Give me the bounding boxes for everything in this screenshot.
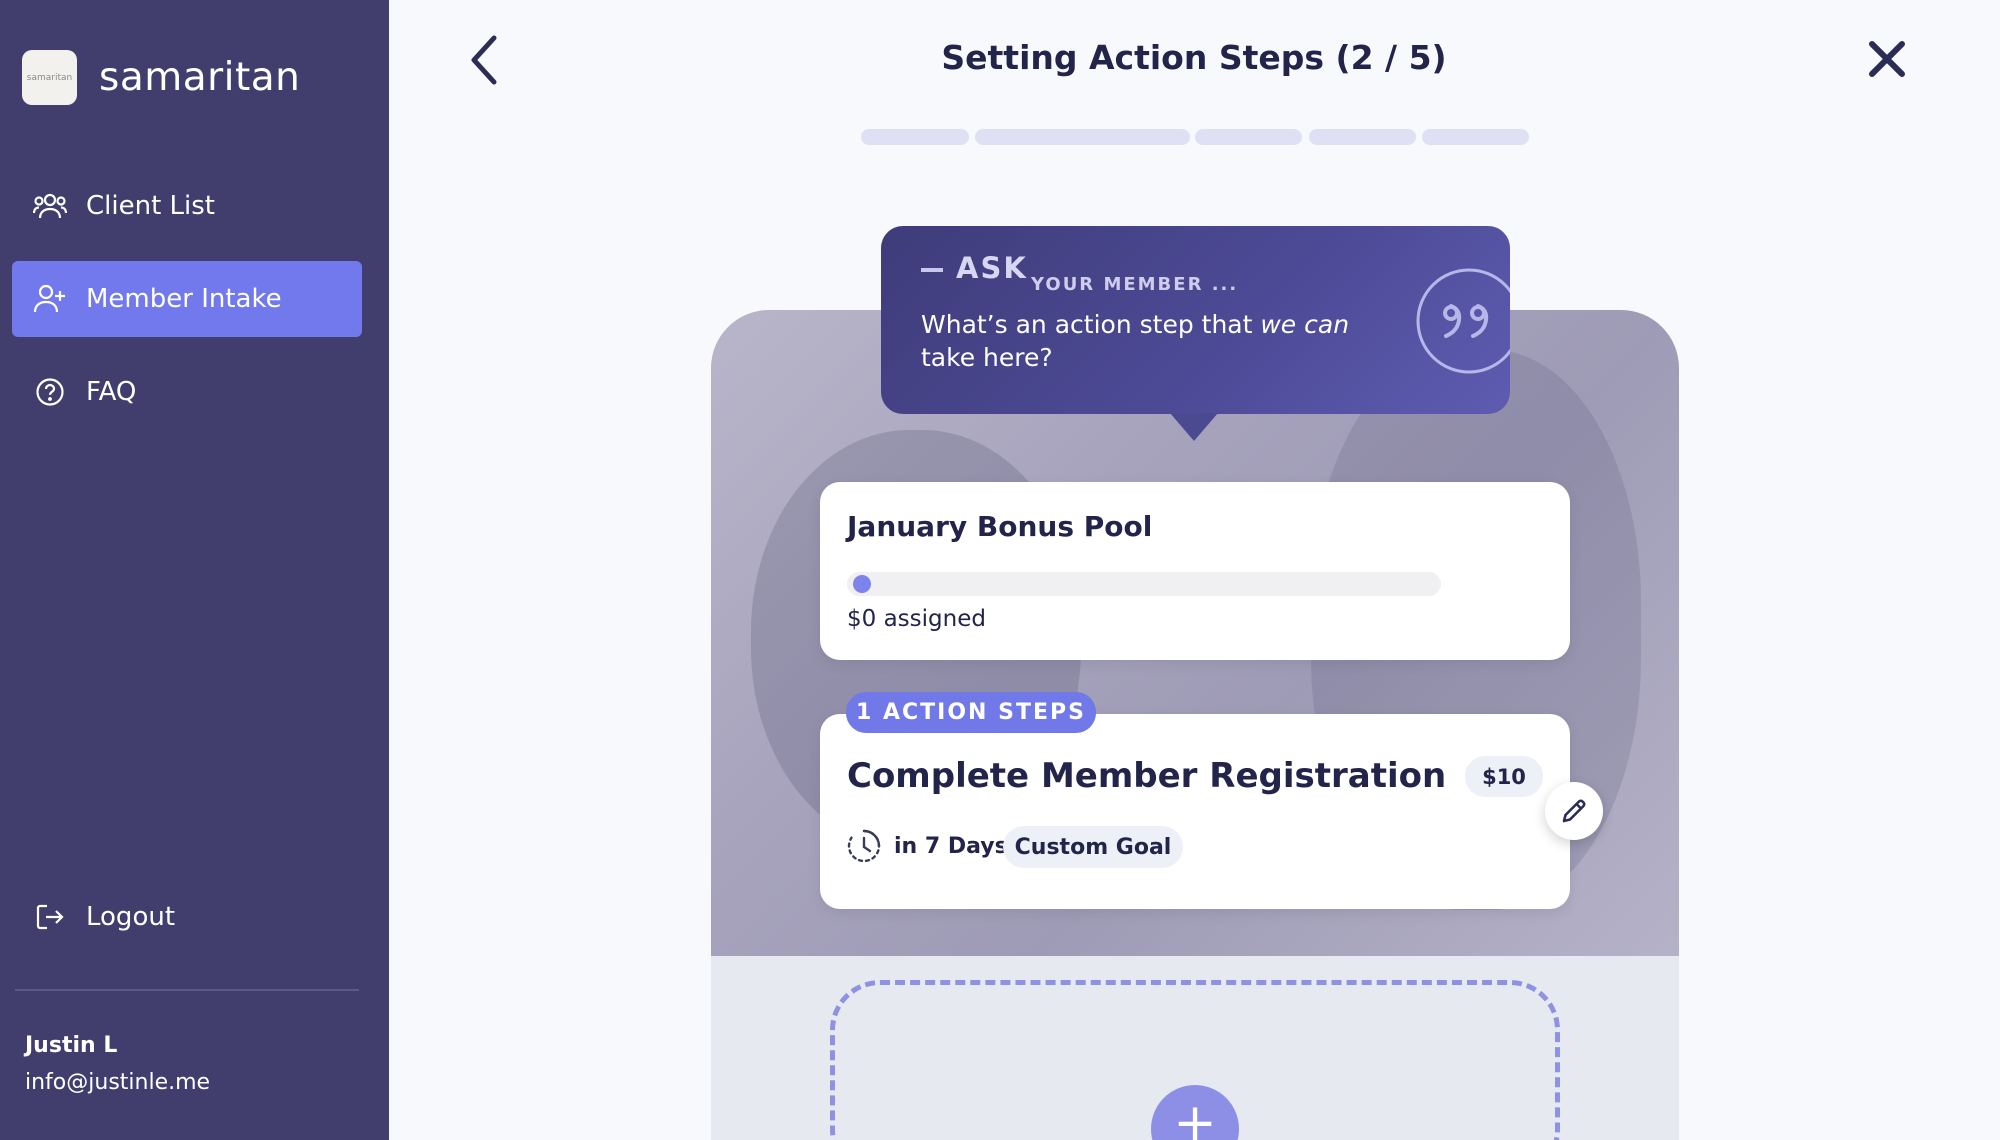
sidebar: samaritan samaritan Client List Member I… [0,0,389,1140]
progress-segment [1195,129,1302,145]
brand-logo: samaritan [22,50,77,105]
progress-segment [1422,129,1529,145]
brand-logo-text: samaritan [26,72,73,83]
edit-step-button[interactable] [1545,782,1603,840]
logout-icon [32,899,68,935]
logout-label: Logout [86,902,176,932]
ask-question: What’s an action step that we can take h… [921,308,1361,374]
close-icon [1869,41,1905,77]
sidebar-divider [15,989,359,991]
quote-icon [1416,268,1510,374]
sidebar-item-label: Member Intake [86,284,282,314]
action-step-amount: $10 [1465,756,1543,797]
progress-segment [861,129,969,145]
action-step-card[interactable]: Complete Member Registration $10 in 7 Da… [820,714,1570,909]
progress-segment [975,129,1190,145]
sidebar-item-label: FAQ [86,377,137,407]
logout-button[interactable]: Logout [12,879,362,955]
ask-question-start: What’s an action step that [921,310,1261,339]
sidebar-item-member-intake[interactable]: Member Intake [12,261,362,337]
user-name: Justin L [25,1033,118,1058]
plus-icon: + [1173,1093,1217,1140]
ask-bubble-tail [1170,413,1218,441]
pencil-icon [1562,799,1586,823]
bonus-pool-title: January Bonus Pool [847,510,1153,543]
action-steps-count-badge: 1 ACTION STEPS [846,692,1096,733]
add-user-icon [32,281,68,317]
ask-label: ASK [956,251,1028,285]
sidebar-item-faq[interactable]: FAQ [12,354,362,430]
user-email: info@justinle.me [25,1070,211,1095]
page-title: Setting Action Steps (2 / 5) [941,38,1447,77]
ask-question-emphasis: we can [1260,310,1350,339]
action-step-title: Complete Member Registration [847,756,1447,796]
close-button[interactable] [1866,38,1908,80]
ask-dash [921,268,943,272]
bonus-pool-progress-fill [853,575,871,593]
ask-sublabel: YOUR MEMBER ... [1031,274,1239,295]
ask-question-end: take here? [921,343,1053,372]
bonus-pool-card: January Bonus Pool $0 assigned [820,482,1570,660]
progress-segment [1309,129,1416,145]
brand-name: samaritan [99,55,301,100]
brand[interactable]: samaritan samaritan [22,50,300,105]
bonus-pool-assigned: $0 assigned [847,606,986,632]
sidebar-item-client-list[interactable]: Client List [12,168,362,244]
goal-type-chip: Custom Goal [1003,826,1183,868]
chevron-left-icon [471,35,497,85]
action-step-due: in 7 Days [894,834,1008,859]
help-circle-icon [32,374,68,410]
ask-member-prompt: ASK YOUR MEMBER ... What’s an action ste… [881,226,1510,414]
clock-icon [847,829,881,863]
back-button[interactable] [462,32,506,88]
bonus-pool-progress [847,572,1441,596]
sidebar-item-label: Client List [86,191,215,221]
users-icon [32,188,68,224]
